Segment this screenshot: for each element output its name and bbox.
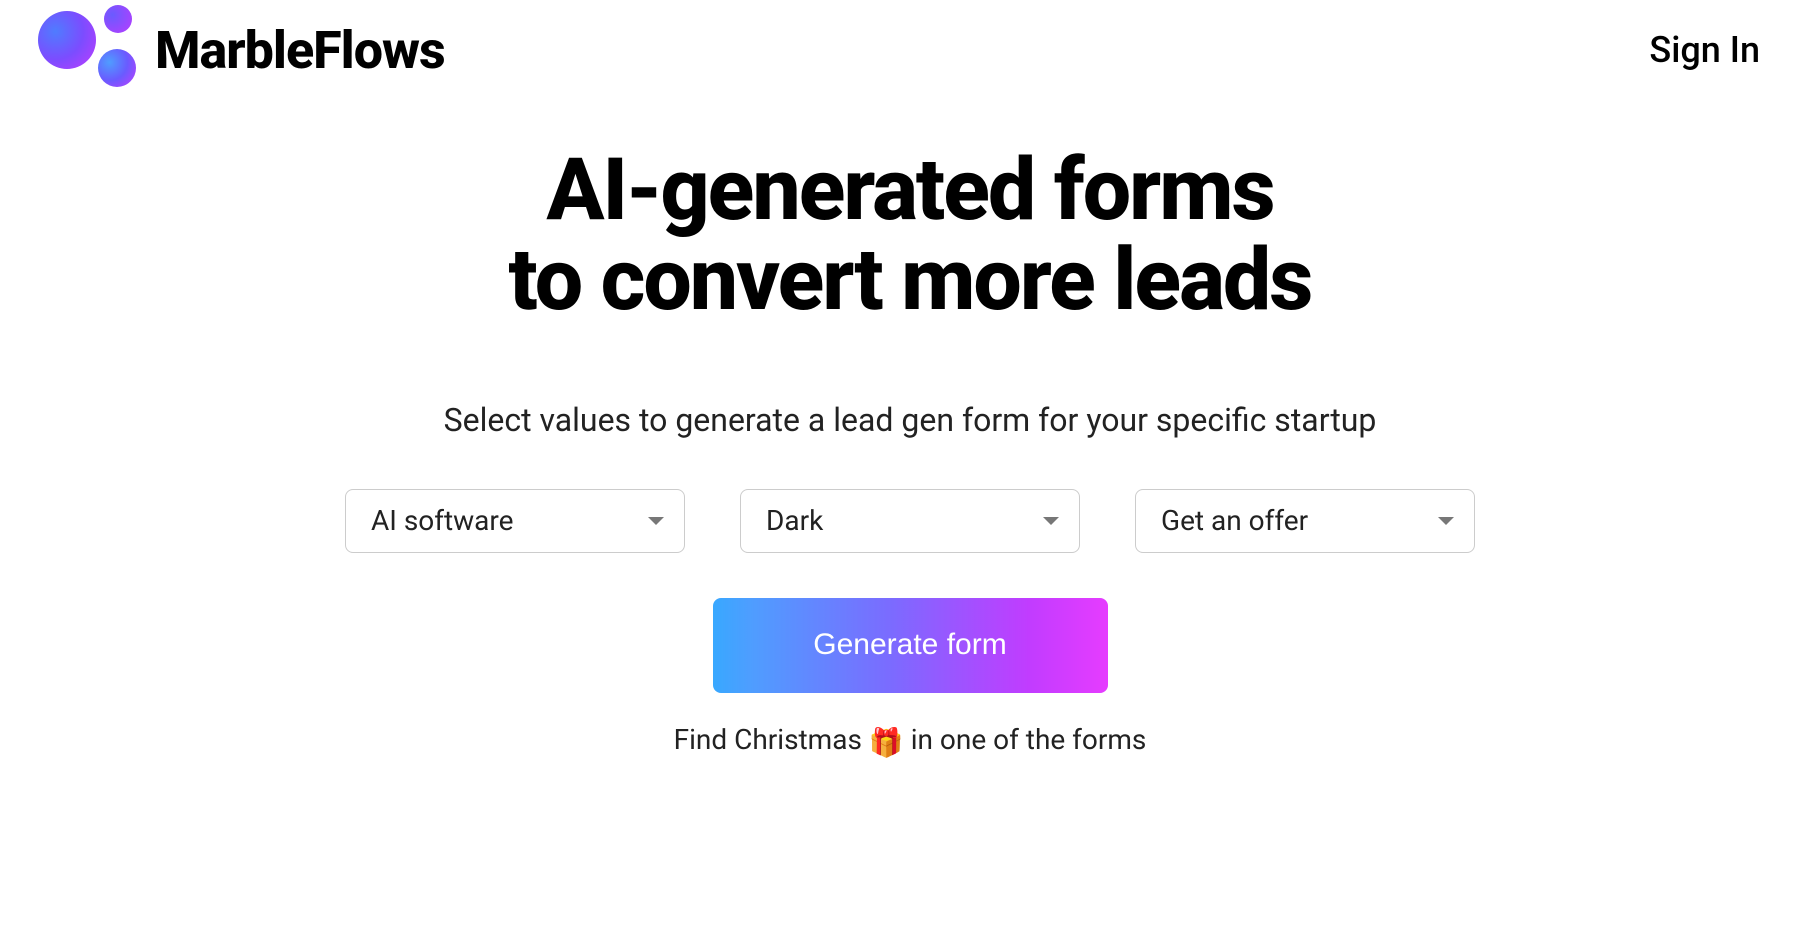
hero: AI-generated forms to convert more leads… [0, 100, 1820, 759]
logo-icon [20, 5, 130, 95]
controls-row: AI software Dark Get an offer [0, 489, 1820, 553]
brand-name: MarbleFlows [155, 20, 445, 81]
gift-icon: 🎁 [869, 726, 904, 759]
footnote-prefix: Find Christmas [674, 723, 869, 756]
cta-select-value: Get an offer [1161, 504, 1308, 537]
hero-title: AI-generated forms to convert more leads [0, 145, 1820, 326]
chevron-down-icon [1438, 517, 1454, 525]
generate-wrap: Generate form [0, 598, 1820, 693]
hero-title-line1: AI-generated forms [546, 139, 1273, 240]
theme-select-value: Dark [766, 504, 823, 537]
header: MarbleFlows Sign In [0, 0, 1820, 100]
hero-title-line2: to convert more leads [509, 229, 1312, 330]
category-select-value: AI software [371, 504, 514, 537]
chevron-down-icon [1043, 517, 1059, 525]
hero-subtitle: Select values to generate a lead gen for… [0, 401, 1820, 439]
footnote-suffix: in one of the forms [904, 723, 1147, 756]
theme-select[interactable]: Dark [740, 489, 1080, 553]
footnote: Find Christmas 🎁 in one of the forms [0, 723, 1820, 759]
category-select[interactable]: AI software [345, 489, 685, 553]
cta-select[interactable]: Get an offer [1135, 489, 1475, 553]
generate-button[interactable]: Generate form [713, 598, 1108, 693]
chevron-down-icon [648, 517, 664, 525]
brand[interactable]: MarbleFlows [20, 5, 445, 95]
signin-link[interactable]: Sign In [1629, 19, 1780, 81]
